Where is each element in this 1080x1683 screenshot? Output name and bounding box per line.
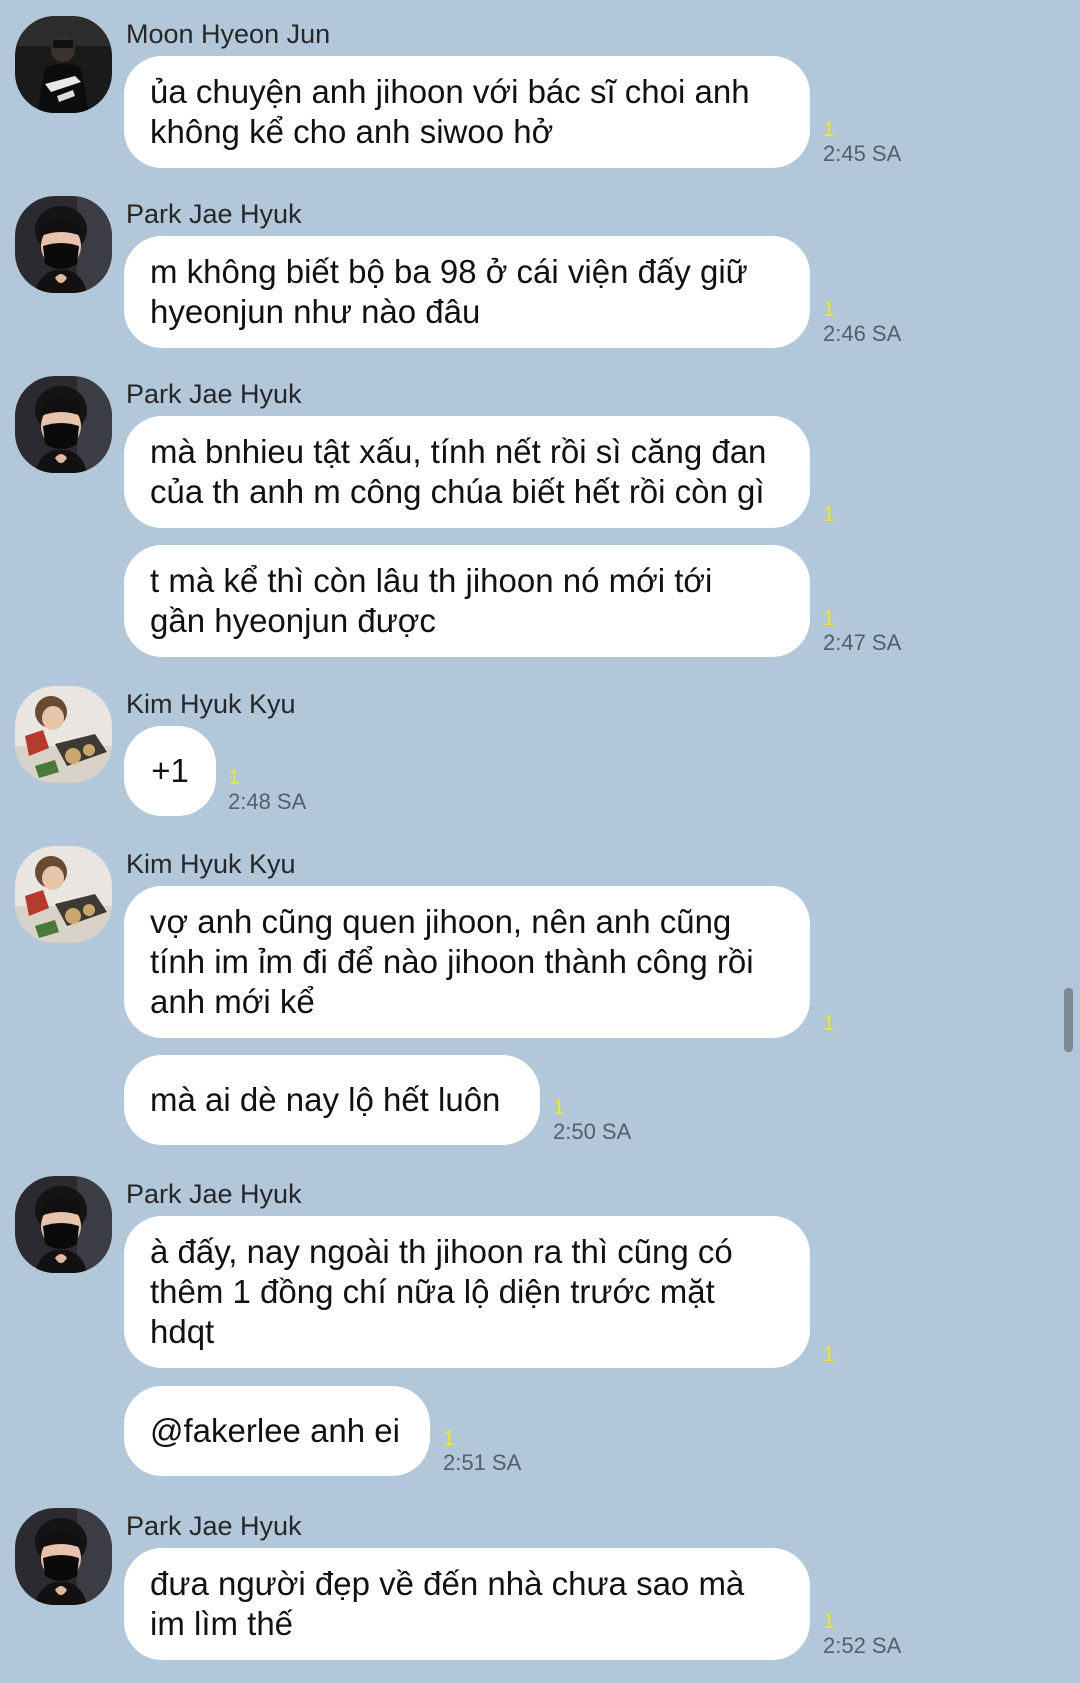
- profile-photo: [15, 846, 112, 943]
- message-time: 2:52 SA: [823, 1633, 902, 1658]
- message-bubble[interactable]: ủa chuyện anh jihoon với bác sĩ choi anh…: [124, 56, 810, 168]
- unread-count: 1: [228, 766, 240, 789]
- message-time: 2:51 SA: [443, 1450, 522, 1475]
- message-bubble[interactable]: à đấy, nay ngoài th jihoon ra thì cũng c…: [124, 1216, 810, 1368]
- message-bubble[interactable]: mà ai dè nay lộ hết luôn: [124, 1055, 540, 1145]
- message-text: t mà kể thì còn lâu th jihoon nó mới tới…: [150, 562, 713, 639]
- scrollbar-thumb[interactable]: [1064, 988, 1073, 1052]
- unread-count: 1: [823, 1343, 835, 1366]
- unread-count: 1: [553, 1096, 565, 1119]
- message-meta: 1: [823, 1344, 835, 1366]
- profile-photo: [15, 686, 112, 783]
- sender-name: Kim Hyuk Kyu: [126, 849, 296, 879]
- message-meta: 1 2:47 SA: [823, 608, 901, 656]
- avatar-kim-hyuk-kyu[interactable]: [15, 686, 112, 783]
- unread-count: 1: [823, 1610, 835, 1633]
- message-time: 2:45 SA: [823, 141, 902, 166]
- unread-count: 1: [443, 1427, 455, 1450]
- message-time: 2:48 SA: [228, 789, 307, 814]
- message-bubble[interactable]: t mà kể thì còn lâu th jihoon nó mới tới…: [124, 545, 810, 657]
- message-meta: 1 2:45 SA: [823, 119, 901, 167]
- message-text: mà bnhieu tật xấu, tính nết rồi sì căng …: [150, 433, 767, 510]
- unread-count: 1: [823, 607, 835, 630]
- message-meta: 1: [823, 1013, 835, 1035]
- avatar-park-jae-hyuk[interactable]: [15, 1508, 112, 1605]
- message-meta: 1 2:50 SA: [553, 1097, 631, 1145]
- avatar-park-jae-hyuk[interactable]: [15, 376, 112, 473]
- avatar-park-jae-hyuk[interactable]: [15, 196, 112, 293]
- message-time: 2:47 SA: [823, 630, 902, 655]
- sender-name: Park Jae Hyuk: [126, 379, 302, 409]
- unread-count: 1: [823, 298, 835, 321]
- message-text: m không biết bộ ba 98 ở cái viện đấy giữ…: [150, 253, 748, 330]
- message-time: 2:46 SA: [823, 321, 902, 346]
- message-meta: 1 2:52 SA: [823, 1611, 901, 1659]
- message-bubble[interactable]: đưa người đẹp về đến nhà chưa sao mà im …: [124, 1548, 810, 1660]
- message-text: đưa người đẹp về đến nhà chưa sao mà im …: [150, 1565, 745, 1642]
- sender-name: Kim Hyuk Kyu: [126, 689, 296, 719]
- unread-count: 1: [823, 503, 835, 526]
- message-meta: 1 2:51 SA: [443, 1428, 521, 1476]
- message-bubble[interactable]: m không biết bộ ba 98 ở cái viện đấy giữ…: [124, 236, 810, 348]
- message-bubble[interactable]: @fakerlee anh ei: [124, 1386, 430, 1476]
- message-text: ủa chuyện anh jihoon với bác sĩ choi anh…: [150, 73, 750, 150]
- message-meta: 1 2:46 SA: [823, 299, 901, 347]
- message-text: vợ anh cũng quen jihoon, nên anh cũng tí…: [150, 903, 754, 1020]
- sender-name: Park Jae Hyuk: [126, 199, 302, 229]
- profile-photo: [15, 1176, 112, 1273]
- sender-name: Park Jae Hyuk: [126, 1179, 302, 1209]
- profile-photo: [15, 1508, 112, 1605]
- unread-count: 1: [823, 118, 835, 141]
- message-meta: 1 2:48 SA: [228, 767, 306, 815]
- profile-photo: [15, 376, 112, 473]
- profile-photo: [15, 196, 112, 293]
- avatar-moon-hyeon-jun[interactable]: [15, 16, 112, 113]
- message-time: 2:50 SA: [553, 1119, 632, 1144]
- message-text: à đấy, nay ngoài th jihoon ra thì cũng c…: [150, 1233, 733, 1350]
- avatar-kim-hyuk-kyu[interactable]: [15, 846, 112, 943]
- message-bubble[interactable]: vợ anh cũng quen jihoon, nên anh cũng tí…: [124, 886, 810, 1038]
- message-meta: 1: [823, 504, 835, 526]
- profile-photo: [15, 16, 112, 113]
- sender-name: Park Jae Hyuk: [126, 1511, 302, 1541]
- message-text: @fakerlee anh ei: [150, 1412, 400, 1449]
- message-bubble[interactable]: +1: [124, 726, 216, 816]
- message-bubble[interactable]: mà bnhieu tật xấu, tính nết rồi sì căng …: [124, 416, 810, 528]
- unread-count: 1: [823, 1012, 835, 1035]
- message-text: +1: [151, 752, 189, 789]
- avatar-park-jae-hyuk[interactable]: [15, 1176, 112, 1273]
- sender-name: Moon Hyeon Jun: [126, 19, 331, 49]
- message-text: mà ai dè nay lộ hết luôn: [150, 1081, 501, 1118]
